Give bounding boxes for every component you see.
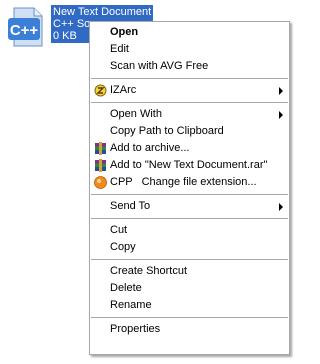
menu-item-open-label: Open xyxy=(110,26,139,38)
winrar-icon xyxy=(94,142,107,155)
submenu-arrow-icon xyxy=(279,111,283,119)
cpp-icon-label: C++ xyxy=(10,22,39,39)
menu-item-scan-avg-label: Scan with AVG Free xyxy=(110,60,209,72)
file-extension-icon xyxy=(94,176,107,189)
izarc-icon xyxy=(94,84,107,97)
menu-item-cut[interactable]: Cut xyxy=(90,222,289,239)
menu-item-delete[interactable]: Delete xyxy=(90,280,289,297)
menu-item-change-extension-label: CPP Change file extension... xyxy=(110,176,257,188)
menu-item-edit-label: Edit xyxy=(110,43,129,55)
menu-item-add-to-archive[interactable]: Add to archive... xyxy=(90,140,289,157)
submenu-arrow-icon xyxy=(279,87,283,95)
menu-item-open-with-label: Open With xyxy=(110,108,162,120)
menu-item-change-extension[interactable]: CPP Change file extension... xyxy=(90,174,289,191)
menu-item-izarc[interactable]: IZArc xyxy=(90,82,289,99)
menu-item-rename[interactable]: Rename xyxy=(90,297,289,314)
menu-separator xyxy=(91,218,288,219)
menu-item-properties[interactable]: Properties xyxy=(90,321,289,338)
menu-item-add-to-archive-label: Add to archive... xyxy=(110,142,190,154)
menu-item-copy-path-label: Copy Path to Clipboard xyxy=(110,125,224,137)
menu-item-add-to-rar[interactable]: Add to "New Text Document.rar" xyxy=(90,157,289,174)
menu-separator xyxy=(91,102,288,103)
menu-item-rename-label: Rename xyxy=(110,299,152,311)
file-name: New Text Document xyxy=(53,6,152,18)
menu-item-copy-path[interactable]: Copy Path to Clipboard xyxy=(90,123,289,140)
menu-separator xyxy=(91,317,288,318)
menu-item-add-to-rar-label: Add to "New Text Document.rar" xyxy=(110,159,268,171)
menu-item-copy-label: Copy xyxy=(110,241,136,253)
menu-item-properties-label: Properties xyxy=(110,323,161,335)
menu-item-izarc-label: IZArc xyxy=(110,84,137,96)
menu-item-edit[interactable]: Edit xyxy=(90,41,289,58)
menu-separator xyxy=(91,194,288,195)
menu-item-delete-label: Delete xyxy=(110,282,142,294)
winrar-icon xyxy=(94,159,107,172)
menu-item-open-with[interactable]: Open With xyxy=(90,106,289,123)
menu-item-create-shortcut[interactable]: Create Shortcut xyxy=(90,263,289,280)
menu-separator xyxy=(91,78,288,79)
context-menu: Open Edit Scan with AVG Free IZArc Open … xyxy=(89,21,290,355)
menu-item-cut-label: Cut xyxy=(110,224,128,236)
menu-item-copy[interactable]: Copy xyxy=(90,239,289,256)
submenu-arrow-icon xyxy=(279,203,283,211)
menu-separator xyxy=(91,259,288,260)
menu-item-create-shortcut-label: Create Shortcut xyxy=(110,265,188,277)
menu-item-send-to-label: Send To xyxy=(110,200,151,212)
menu-item-send-to[interactable]: Send To xyxy=(90,198,289,215)
cpp-file-icon[interactable]: C++ xyxy=(6,6,48,50)
menu-item-scan-avg[interactable]: Scan with AVG Free xyxy=(90,58,289,75)
menu-item-open[interactable]: Open xyxy=(90,24,289,41)
